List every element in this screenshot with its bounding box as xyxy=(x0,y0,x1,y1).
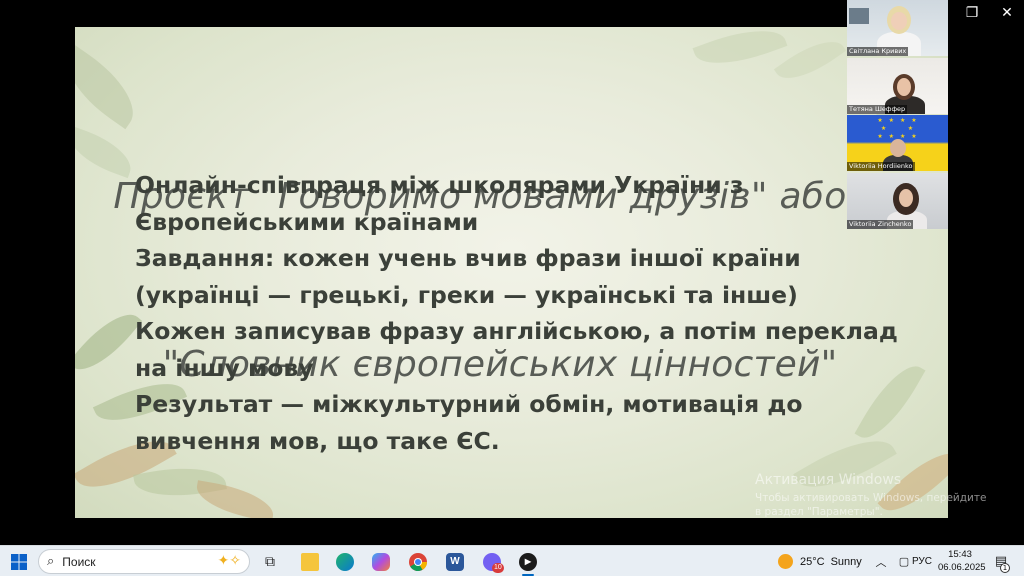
slide-body-line: Завдання: кожен учень вчив фрази іншої к… xyxy=(135,244,801,272)
chevron-up-icon: ︿ xyxy=(875,555,887,569)
viber-button[interactable]: 10 xyxy=(478,546,506,576)
file-explorer-button[interactable] xyxy=(296,546,324,576)
weather-condition: Sunny xyxy=(830,555,862,568)
chrome-button[interactable] xyxy=(404,546,432,576)
slide-body-line: (українці — грецькі, греки — українські … xyxy=(135,280,798,309)
screen: — ❐ ✕ Проєкт "Говоримо мовами друзів" аб… xyxy=(0,0,1024,576)
participant-name: Світлана Кривих xyxy=(847,47,909,56)
task-view-icon: ⧉ xyxy=(265,553,275,570)
taskbar-search-input[interactable]: ⌕ Поиск ✦✧ xyxy=(38,549,250,574)
participant-video xyxy=(897,78,911,96)
slide-body-line: вивчення мов, що таке ЄС. xyxy=(135,426,500,455)
participant-name: Тетяна Шеффер xyxy=(847,105,908,114)
slide-body-line: Результат — міжкультурний обмін, мотивац… xyxy=(135,390,803,418)
file-explorer-icon xyxy=(301,552,319,571)
notification-badge: 1 xyxy=(1000,563,1010,573)
close-button[interactable]: ✕ xyxy=(989,0,1024,26)
participant-tile[interactable]: Тетяна Шеффер xyxy=(847,58,948,114)
participant-tile[interactable]: ★ ★ ★ ★ ★ ★ ★ ★ ★ ★ Viktoriia Hordiienko xyxy=(847,115,948,171)
participant-video xyxy=(849,8,869,24)
chrome-icon xyxy=(409,552,427,571)
clock-date: 06.06.2025 xyxy=(938,562,986,573)
windows-logo-icon xyxy=(11,553,27,570)
slide-body-line: на іншу мову xyxy=(135,353,314,382)
weather-temperature: 25°C xyxy=(800,555,825,568)
taskbar-clock[interactable]: 15:43 06.06.2025 xyxy=(938,548,986,574)
participant-video xyxy=(891,12,907,30)
show-hidden-icons-button[interactable]: ︿ xyxy=(872,546,890,576)
edge-button[interactable] xyxy=(331,546,359,576)
participant-name: Viktoriia Zinchenko xyxy=(847,220,914,229)
participant-video xyxy=(890,139,906,157)
task-view-button[interactable]: ⧉ xyxy=(256,546,284,576)
participant-video xyxy=(899,189,913,207)
sun-icon xyxy=(778,554,793,569)
word-icon: W xyxy=(446,552,464,571)
word-button[interactable]: W xyxy=(441,546,469,576)
slide-body-line: Кожен записував фразу англійською, а пот… xyxy=(135,317,898,345)
start-button[interactable] xyxy=(6,546,32,576)
eu-flag-stars: ★ ★ ★ ★ ★ ★ ★ ★ ★ ★ xyxy=(877,117,919,140)
device-icon: ▢ xyxy=(898,555,910,568)
windows-activation-watermark: Активация Windows Чтобы активировать Win… xyxy=(755,472,995,519)
presentation-slide: Проєкт "Говоримо мовами друзів" або "Сло… xyxy=(75,27,948,518)
clock-time: 15:43 xyxy=(948,549,972,560)
participant-tile[interactable]: Viktoriia Zinchenko xyxy=(847,173,948,229)
language-indicator[interactable]: РУС xyxy=(910,546,934,576)
copilot-icon xyxy=(372,552,390,571)
copilot-sparkle-icon: ✦✧ xyxy=(217,553,241,569)
media-player-icon: ▶ xyxy=(519,552,537,571)
activation-subtitle: Чтобы активировать Windows, перейдите в … xyxy=(755,492,987,518)
weather-widget[interactable]: 25°C Sunny xyxy=(778,546,862,576)
participant-name: Viktoriia Hordiienko xyxy=(847,162,915,171)
activation-title: Активация Windows xyxy=(755,472,902,488)
slide-body-line: Онлайн-співпраця між школярами України з xyxy=(135,171,744,199)
search-icon: ⌕ xyxy=(47,554,55,569)
participant-tile[interactable]: Світлана Кривих xyxy=(847,0,948,56)
copilot-button[interactable] xyxy=(367,546,395,576)
viber-badge: 10 xyxy=(492,563,504,573)
media-player-button[interactable]: ▶ xyxy=(514,546,542,576)
restore-button[interactable]: ❐ xyxy=(954,0,990,26)
taskbar: ⌕ Поиск ✦✧ ⧉ W 10 ▶ 25°C Sunny ︿ ▢ РУС 1… xyxy=(0,545,1024,576)
edge-icon xyxy=(336,552,354,571)
slide-body-line: Європейськими країнами xyxy=(135,207,479,236)
search-placeholder: Поиск xyxy=(62,554,96,569)
slide-body: Онлайн-співпраця між школярами України з… xyxy=(135,167,925,459)
language-label: РУС xyxy=(911,556,933,567)
